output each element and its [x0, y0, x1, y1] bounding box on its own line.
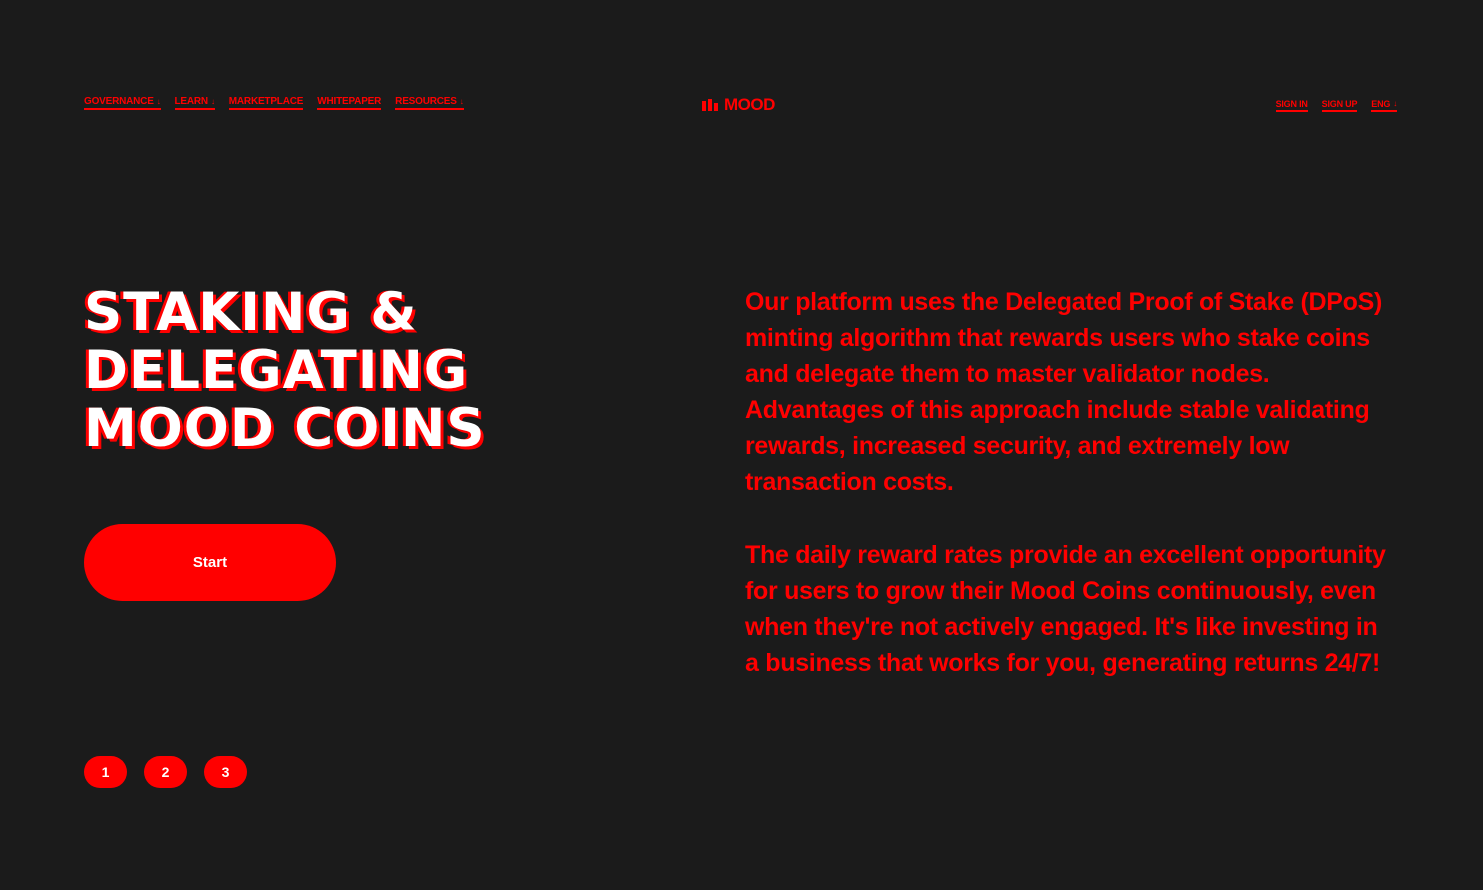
chevron-down-icon: ↓: [1393, 99, 1397, 108]
step-button-3[interactable]: 3: [204, 756, 247, 788]
nav-marketplace[interactable]: MARKETPLACE: [228, 96, 304, 110]
step-button-1[interactable]: 1: [84, 756, 127, 788]
sign-in-label: SIGN IN: [1275, 99, 1308, 109]
logo-text: MOOD: [724, 95, 775, 114]
nav-governance-label: GOVERNANCE: [84, 96, 154, 107]
step-button-2[interactable]: 2: [144, 756, 187, 788]
nav-whitepaper-label: WHITEPAPER: [317, 96, 382, 107]
headline-line: STAKING &: [84, 282, 418, 343]
nav-learn[interactable]: LEARN ↓: [174, 96, 215, 110]
nav-whitepaper[interactable]: WHITEPAPER: [317, 96, 381, 110]
nav-resources[interactable]: RESOURCES ↓: [395, 96, 464, 110]
chevron-down-icon: ↓: [156, 96, 161, 106]
sign-up-label: SIGN UP: [1321, 99, 1358, 109]
description-paragraph: Our platform uses the Delegated Proof of…: [745, 288, 1382, 496]
step-pager: 1 2 3: [84, 756, 247, 788]
nav-learn-label: LEARN: [174, 96, 209, 107]
logo-icon: [702, 97, 720, 113]
nav-governance[interactable]: GOVERNANCE ↓: [84, 96, 161, 110]
sign-in-link[interactable]: SIGN IN: [1275, 99, 1308, 112]
language-label: ENG: [1371, 99, 1391, 109]
account-nav: SIGN IN SIGN UP ENG ↓: [1275, 99, 1397, 112]
language-selector[interactable]: ENG ↓: [1371, 99, 1397, 112]
chevron-down-icon: ↓: [459, 96, 464, 106]
hero-description: Our platform uses the Delegated Proof of…: [745, 284, 1395, 718]
headline-line: MOOD COINS: [84, 398, 486, 459]
page: GOVERNANCE ↓ LEARN ↓ MARKETPLACE WHITEPA…: [0, 0, 1483, 890]
description-paragraph: The daily reward rates provide an excell…: [745, 541, 1386, 677]
start-button[interactable]: Start: [84, 524, 336, 601]
brand-logo[interactable]: MOOD: [702, 95, 775, 115]
nav-marketplace-label: MARKETPLACE: [228, 96, 304, 107]
hero-headline: STAKING & DELEGATING MOOD COINS: [84, 284, 486, 458]
nav-resources-label: RESOURCES: [395, 96, 457, 107]
headline-line: DELEGATING: [84, 340, 469, 401]
sign-up-link[interactable]: SIGN UP: [1321, 99, 1358, 112]
chevron-down-icon: ↓: [210, 96, 215, 106]
primary-nav: GOVERNANCE ↓ LEARN ↓ MARKETPLACE WHITEPA…: [84, 96, 464, 110]
